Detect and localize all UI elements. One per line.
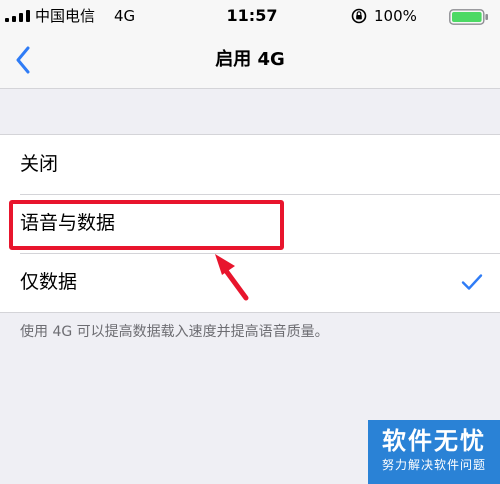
option-data-only[interactable]: 仅数据 [0,253,500,312]
watermark-logo: 软件无忧 努力解决软件问题 [368,420,500,484]
watermark-title: 软件无忧 [382,427,486,455]
status-bar: 中国电信 4G 11:57 100% [0,0,500,34]
rotation-lock-icon [351,8,367,24]
clock: 11:57 [226,6,278,25]
options-list: 关闭 语音与数据 仅数据 [0,134,500,313]
battery-icon [449,9,488,25]
network-type: 4G [114,7,136,25]
page-title: 启用 4G [215,49,285,70]
option-label: 语音与数据 [20,212,116,234]
checkmark-icon [461,274,483,290]
option-label: 仅数据 [20,271,78,293]
footnote-text: 使用 4G 可以提高数据载入速度并提高语音质量。 [20,324,329,340]
option-voice-and-data[interactable]: 语音与数据 [0,194,500,253]
navigation-bar: 启用 4G [0,34,500,89]
battery-percentage: 100% [374,7,417,25]
back-button[interactable] [6,41,40,79]
chevron-left-icon [16,46,30,74]
carrier-name: 中国电信 [35,7,96,25]
signal-strength-icon [5,10,30,22]
option-label: 关闭 [20,153,59,175]
watermark-subtitle: 努力解决软件问题 [381,458,486,472]
option-off[interactable]: 关闭 [0,135,500,194]
